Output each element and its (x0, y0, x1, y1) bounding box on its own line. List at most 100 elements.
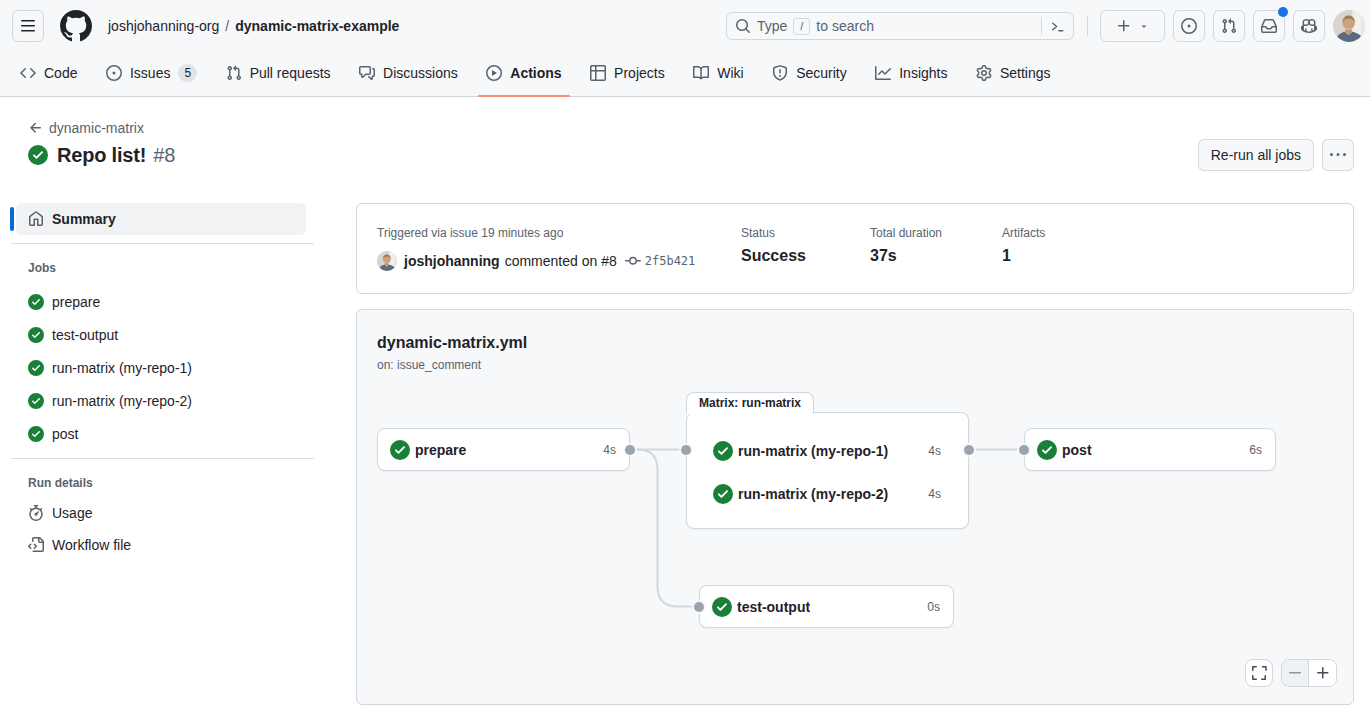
search-input[interactable]: Type / to search (726, 12, 1074, 40)
tab-actions[interactable]: Actions (478, 50, 569, 96)
run-title: Repo list! (57, 144, 146, 167)
rerun-all-jobs-button[interactable]: Re-run all jobs (1198, 139, 1314, 171)
git-pull-request-icon (1221, 18, 1237, 34)
tab-pull-requests[interactable]: Pull requests (218, 50, 339, 96)
run-summary-card: Triggered via issue 19 minutes ago joshj… (356, 203, 1354, 294)
zoom-in-button[interactable] (1309, 660, 1336, 686)
tab-code[interactable]: Code (12, 50, 85, 96)
stat-value: 1 (1002, 247, 1045, 265)
run-sidebar: Summary Jobs prepare test-output run-mat… (16, 203, 314, 705)
copilot-button[interactable] (1293, 10, 1325, 42)
tab-issues[interactable]: Issues 5 (98, 50, 205, 96)
command-palette-icon[interactable] (1050, 19, 1065, 34)
tab-wiki[interactable]: Wiki (685, 50, 751, 96)
notifications-button[interactable] (1253, 10, 1285, 42)
arrow-left-icon (28, 120, 44, 136)
stopwatch-icon (28, 505, 44, 521)
issue-ref-link[interactable]: #8 (601, 253, 617, 269)
page-layout: Summary Jobs prepare test-output run-mat… (0, 203, 1370, 705)
sidebar-job-prepare[interactable]: prepare (16, 285, 306, 318)
tab-label: Actions (510, 65, 561, 81)
issues-header-button[interactable] (1173, 10, 1205, 42)
actor-name-link[interactable]: joshjohanning (404, 253, 500, 269)
success-check-icon (28, 360, 44, 376)
tab-label: Security (796, 65, 847, 81)
graph-node-post[interactable]: post 6s (1024, 428, 1276, 471)
pull-requests-header-button[interactable] (1213, 10, 1245, 42)
unread-notification-dot (1278, 7, 1288, 17)
hamburger-menu-button[interactable] (12, 10, 44, 42)
actor-action-text: commented on #8 (505, 253, 617, 269)
success-check-icon (28, 426, 44, 442)
workflow-file-label: Workflow file (52, 537, 131, 553)
back-to-workflow-link[interactable]: dynamic-matrix (28, 119, 144, 136)
create-new-button[interactable] (1100, 10, 1165, 42)
matrix-group-box: Matrix: run-matrix run-matrix (my-repo-1… (686, 412, 969, 529)
sidebar-job-post[interactable]: post (16, 417, 306, 450)
tab-settings[interactable]: Settings (968, 50, 1059, 96)
commit-sha-link[interactable]: 2f5b421 (645, 254, 696, 268)
actor-avatar[interactable] (377, 251, 397, 271)
sidebar-job-run-matrix-1[interactable]: run-matrix (my-repo-1) (16, 351, 306, 384)
graph-node-test-output[interactable]: test-output 0s (699, 585, 954, 628)
file-code-icon (28, 537, 44, 553)
jobs-section-heading: Jobs (16, 252, 314, 282)
three-bars-icon (20, 18, 36, 34)
success-check-icon (712, 597, 732, 617)
table-icon (590, 65, 606, 81)
job-label: run-matrix (my-repo-2) (52, 393, 192, 409)
matrix-group-label: Matrix: run-matrix (686, 392, 814, 414)
tab-discussions[interactable]: Discussions (351, 50, 466, 96)
node-duration: 6s (1241, 443, 1262, 457)
tab-projects[interactable]: Projects (582, 50, 673, 96)
book-icon (693, 65, 709, 81)
github-logo[interactable] (60, 10, 92, 42)
edge-dot (625, 445, 635, 455)
sidebar-item-usage[interactable]: Usage (16, 497, 306, 529)
graph-node-run-matrix-1[interactable]: run-matrix (my-repo-1) 4s (700, 429, 955, 472)
node-label: prepare (415, 442, 466, 458)
sidebar-job-run-matrix-2[interactable]: run-matrix (my-repo-2) (16, 384, 306, 417)
success-check-icon (390, 440, 410, 460)
node-label: test-output (737, 599, 810, 615)
success-check-icon (28, 393, 44, 409)
tab-insights[interactable]: Insights (867, 50, 955, 96)
job-label: run-matrix (my-repo-1) (52, 360, 192, 376)
sidebar-job-test-output[interactable]: test-output (16, 318, 306, 351)
stat-status: Status Success (741, 226, 806, 265)
graph-controls (1245, 659, 1337, 687)
sidebar-item-summary[interactable]: Summary (16, 203, 306, 235)
edge-dot (681, 445, 691, 455)
success-check-icon (713, 441, 733, 461)
run-actions: Re-run all jobs (1198, 139, 1354, 171)
inbox-icon (1261, 18, 1277, 34)
node-duration: 4s (920, 444, 941, 458)
git-pull-request-icon (226, 65, 242, 81)
tab-security[interactable]: Security (764, 50, 855, 96)
back-link-label: dynamic-matrix (49, 120, 144, 136)
success-check-icon (28, 145, 48, 165)
stat-value: 37s (870, 247, 942, 265)
avatar-photo-icon (377, 251, 397, 271)
sidebar-item-workflow-file[interactable]: Workflow file (16, 529, 306, 561)
graph-node-run-matrix-2[interactable]: run-matrix (my-repo-2) 4s (700, 472, 955, 515)
stat-label: Status (741, 226, 806, 240)
fullscreen-button[interactable] (1245, 659, 1273, 687)
user-avatar[interactable] (1333, 10, 1365, 42)
code-icon (20, 65, 36, 81)
tab-label: Wiki (717, 65, 743, 81)
search-divider (1041, 17, 1042, 35)
success-check-icon (1037, 440, 1057, 460)
run-options-kebab-button[interactable] (1322, 139, 1354, 171)
tab-label: Settings (1000, 65, 1051, 81)
breadcrumb-repo-link[interactable]: dynamic-matrix-example (235, 18, 399, 34)
dash-icon (1287, 665, 1303, 681)
stat-label: Artifacts (1002, 226, 1045, 240)
repo-nav-tabs: Code Issues 5 Pull requests Discussions … (0, 50, 1370, 96)
graph-node-prepare[interactable]: prepare 4s (377, 428, 630, 471)
zoom-out-button[interactable] (1282, 660, 1309, 686)
breadcrumb-org-link[interactable]: joshjohanning-org (108, 18, 219, 34)
issue-opened-icon (106, 65, 122, 81)
issue-opened-icon (1181, 18, 1197, 34)
graph-icon (875, 65, 891, 81)
